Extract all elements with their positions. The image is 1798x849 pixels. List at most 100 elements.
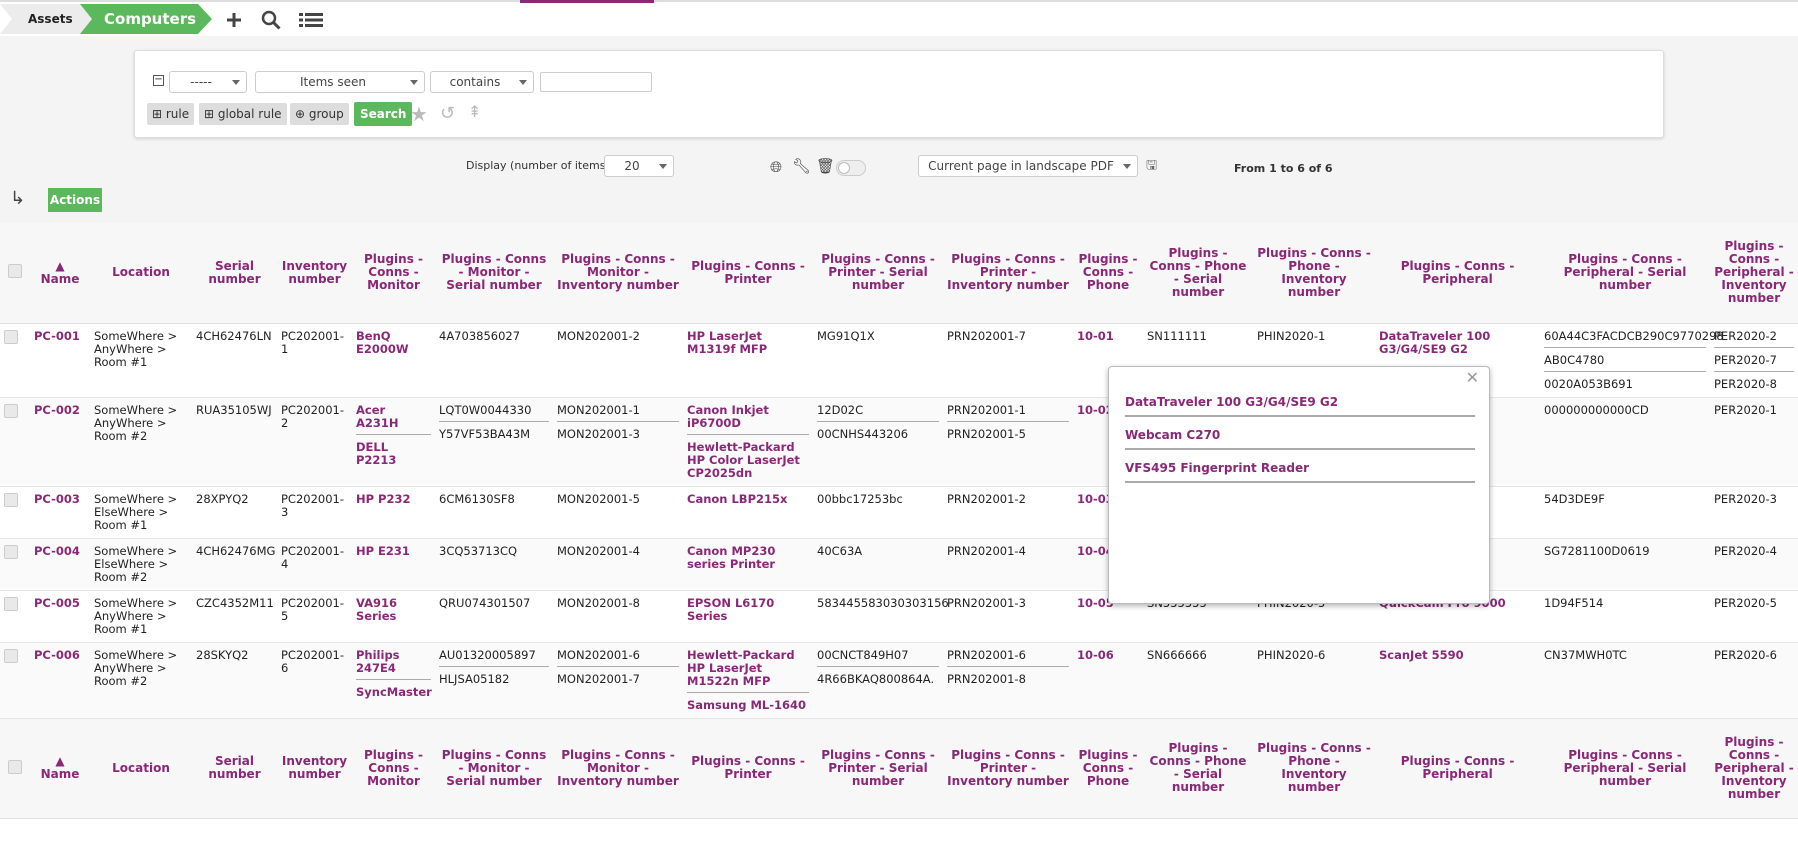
cell-subitem[interactable]: ScanJet 5590 <box>1379 648 1536 662</box>
column-header[interactable]: Plugins - Conns - Monitor - Serial numbe… <box>435 718 553 819</box>
reset-icon[interactable]: ↺ <box>440 103 455 124</box>
cell-text[interactable]: PC-001 <box>34 329 80 343</box>
cell-text[interactable]: PC-005 <box>34 596 80 610</box>
operator-select[interactable]: contains <box>430 71 534 93</box>
cell-text[interactable]: PC-003 <box>34 492 80 506</box>
list-icon[interactable] <box>296 8 326 32</box>
cell-peripheral[interactable]: ScanJet 5590 <box>1375 642 1540 719</box>
column-header[interactable]: Plugins - Conns - Peripheral - Serial nu… <box>1540 718 1710 819</box>
cell-printer[interactable]: Canon MP230 series Printer <box>683 538 813 591</box>
cell-monitor[interactable]: Acer A231H DELL P2213 <box>352 397 435 487</box>
cell-printer[interactable]: HP LaserJet M1319f MFP <box>683 323 813 398</box>
popup-item[interactable]: Webcam C270 <box>1125 428 1475 450</box>
cell-monitor[interactable]: Philips 247E4 SyncMaster <box>352 642 435 719</box>
breadcrumb-assets[interactable]: Assets <box>0 4 92 34</box>
toggle-switch[interactable] <box>836 160 866 176</box>
column-header-name[interactable]: ▲ Name <box>30 223 90 324</box>
cell-monitor[interactable]: VA916 Series <box>352 590 435 643</box>
cell-monitor[interactable]: BenQ E2000W <box>352 323 435 398</box>
column-header[interactable]: Location <box>90 223 192 324</box>
cell-name[interactable]: PC-005 <box>30 590 90 643</box>
checkbox[interactable] <box>4 329 18 344</box>
cell-subitem[interactable]: Philips 247E4 <box>356 648 431 680</box>
cell-monitor[interactable]: HP P232 <box>352 486 435 539</box>
star-icon[interactable]: ★ <box>410 102 428 126</box>
cell-subitem[interactable]: BenQ E2000W <box>356 329 431 356</box>
globe-icon[interactable]: 🌐︎ <box>770 158 782 176</box>
breadcrumb-computers[interactable]: Computers <box>80 4 212 34</box>
column-header[interactable]: Plugins - Conns - Monitor - Inventory nu… <box>553 718 683 819</box>
column-header[interactable]: Plugins - Conns - Printer <box>683 718 813 819</box>
cell-printer[interactable]: Hewlett-Packard HP LaserJet M1522n MFP Sa… <box>683 642 813 719</box>
cell-monitor[interactable]: HP E231 <box>352 538 435 591</box>
value-input[interactable] <box>540 72 652 92</box>
cell-subitem[interactable]: HP LaserJet M1319f MFP <box>687 329 809 356</box>
cell-printer[interactable]: Canon LBP215x <box>683 486 813 539</box>
select-all-checkbox[interactable] <box>0 223 30 324</box>
cell-name[interactable]: PC-004 <box>30 538 90 591</box>
cell-subitem[interactable]: HP E231 <box>356 544 431 558</box>
cell-subitem[interactable]: Canon Inkjet iP6700D <box>687 403 809 435</box>
column-header[interactable]: Plugins - Conns - Peripheral - Inventory… <box>1710 223 1798 324</box>
save-icon[interactable]: 🖫︎ <box>1146 156 1157 178</box>
checkbox[interactable] <box>4 403 18 418</box>
row-checkbox[interactable] <box>0 590 30 643</box>
column-header[interactable]: Plugins - Conns - Monitor - Inventory nu… <box>553 223 683 324</box>
column-header[interactable]: Plugins - Conns - Phone <box>1073 718 1143 819</box>
close-icon[interactable]: ✕ <box>1466 368 1479 387</box>
cell-subitem[interactable]: Canon MP230 series Printer <box>687 544 809 571</box>
wrench-icon[interactable]: 🔧︎ <box>792 157 811 175</box>
table-row[interactable]: PC-006 SomeWhere > AnyWhere > Room #2 28SK… <box>0 642 1798 719</box>
cell-text[interactable]: PC-002 <box>34 403 80 417</box>
cell-name[interactable]: PC-003 <box>30 486 90 539</box>
search-icon[interactable] <box>259 8 283 32</box>
cell-text[interactable]: PC-006 <box>34 648 80 662</box>
table-row[interactable]: PC-004 SomeWhere > ElseWhere > Room #2 4CH… <box>0 538 1798 591</box>
add-group-button[interactable]: ⊕ group <box>290 103 349 125</box>
table-row[interactable]: PC-001 SomeWhere > AnyWhere > Room #1 4CH6… <box>0 323 1798 398</box>
column-header[interactable]: Plugins - Conns - Phone - Inventory numb… <box>1253 223 1375 324</box>
checkbox[interactable] <box>4 492 18 507</box>
table-row[interactable]: PC-003 SomeWhere > ElseWhere > Room #1 28X… <box>0 486 1798 539</box>
add-global-rule-button[interactable]: ⊞ global rule <box>199 103 287 125</box>
collapse-icon[interactable]: − <box>153 75 164 86</box>
checkbox[interactable] <box>4 648 18 663</box>
column-header[interactable]: Plugins - Conns - Printer - Inventory nu… <box>943 718 1073 819</box>
column-header[interactable]: Plugins - Conns - Monitor <box>352 223 435 324</box>
table-row[interactable]: PC-005 SomeWhere > AnyWhere > Room #1 CZC4… <box>0 590 1798 643</box>
cell-subitem[interactable]: DataTraveler 100 G3/G4/SE9 G2 <box>1379 329 1536 356</box>
column-header[interactable]: Plugins - Conns - Printer - Serial numbe… <box>813 223 943 324</box>
cell-name[interactable]: PC-002 <box>30 397 90 487</box>
row-checkbox[interactable] <box>0 642 30 719</box>
cell-phone[interactable]: 10-06 <box>1073 642 1143 719</box>
column-header[interactable]: Plugins - Conns - Phone - Inventory numb… <box>1253 718 1375 819</box>
column-header[interactable]: Serial number <box>192 718 277 819</box>
column-header[interactable]: Location <box>90 718 192 819</box>
column-header[interactable]: Plugins - Conns - Peripheral - Serial nu… <box>1540 223 1710 324</box>
column-header[interactable]: Plugins - Conns - Peripheral - Inventory… <box>1710 718 1798 819</box>
cell-subitem[interactable]: Hewlett-Packard HP Color LaserJet CP2025… <box>687 440 809 480</box>
column-header[interactable]: Plugins - Conns - Peripheral <box>1375 718 1540 819</box>
table-row[interactable]: PC-002 SomeWhere > AnyWhere > Room #2 RUA3… <box>0 397 1798 487</box>
collapse-up-icon[interactable]: ⇞ <box>468 102 481 121</box>
column-header[interactable]: Plugins - Conns - Monitor - Serial numbe… <box>435 223 553 324</box>
column-header[interactable]: Plugins - Conns - Printer <box>683 223 813 324</box>
cell-subitem[interactable]: VA916 Series <box>356 596 431 623</box>
add-rule-button[interactable]: ⊞ rule <box>147 103 195 125</box>
column-header[interactable]: Inventory number <box>277 223 352 324</box>
actions-button[interactable]: Actions <box>48 188 102 212</box>
popup-item[interactable]: DataTraveler 100 G3/G4/SE9 G2 <box>1125 395 1475 417</box>
column-header[interactable]: Plugins - Conns - Printer - Inventory nu… <box>943 223 1073 324</box>
cell-subitem[interactable]: EPSON L6170 Series <box>687 596 809 623</box>
cell-subitem[interactable]: Samsung ML-1640 <box>687 698 809 712</box>
column-header[interactable]: Plugins - Conns - Phone - Serial number <box>1143 718 1253 819</box>
cell-subitem[interactable]: Hewlett-Packard HP LaserJet M1522n MFP <box>687 648 809 693</box>
column-header[interactable]: Plugins - Conns - Phone <box>1073 223 1143 324</box>
criteria-select[interactable]: Items seen <box>255 71 425 93</box>
search-button[interactable]: Search <box>354 102 413 126</box>
cell-text[interactable]: 10-01 <box>1077 329 1114 343</box>
cell-name[interactable]: PC-006 <box>30 642 90 719</box>
trash-icon[interactable]: 🗑︎ <box>816 157 835 175</box>
column-header[interactable]: Serial number <box>192 223 277 324</box>
cell-printer[interactable]: Canon Inkjet iP6700D Hewlett-Packard HP C… <box>683 397 813 487</box>
